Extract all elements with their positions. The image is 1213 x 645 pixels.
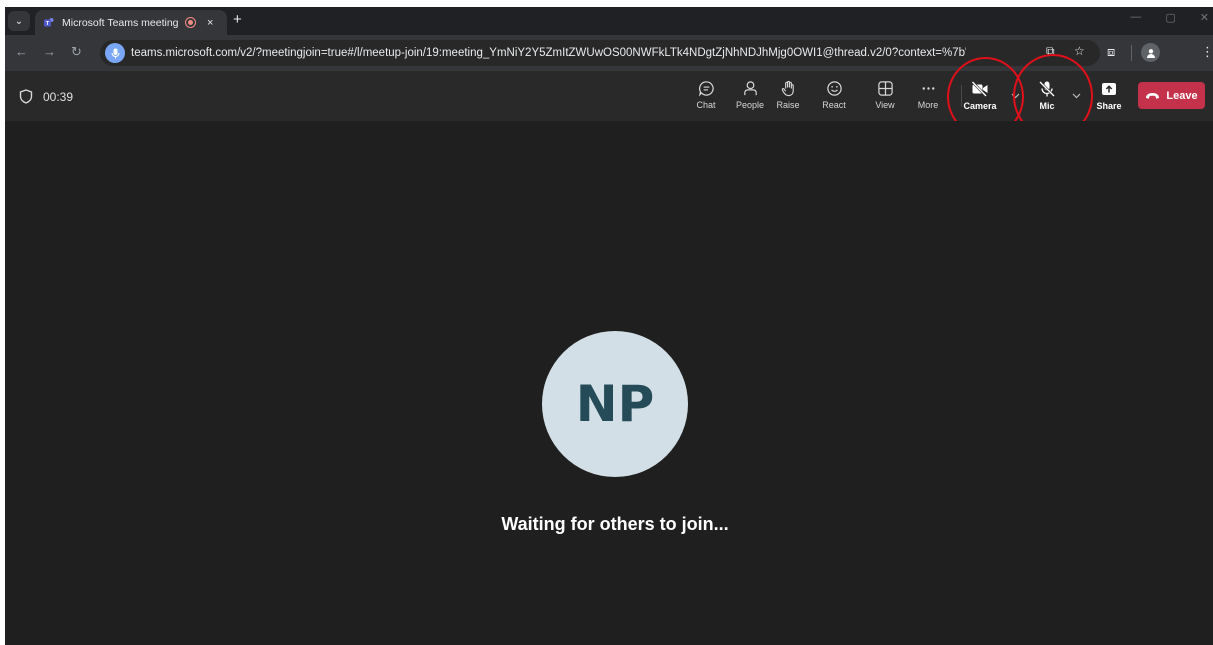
leave-label: Leave bbox=[1166, 89, 1198, 102]
people-button[interactable]: People bbox=[730, 80, 770, 110]
tab-title: Microsoft Teams meeting | Microsoft Team… bbox=[62, 16, 180, 29]
address-bar[interactable]: teams.microsoft.com/v2/?meetingjoin=true… bbox=[100, 40, 1100, 66]
more-label: More bbox=[917, 100, 939, 110]
people-icon bbox=[743, 81, 757, 96]
reload-icon[interactable]: ↻ bbox=[71, 44, 82, 60]
view-button[interactable]: View bbox=[865, 80, 905, 110]
profile-avatar-icon[interactable] bbox=[1141, 43, 1160, 62]
react-button[interactable]: React bbox=[814, 80, 854, 110]
waiting-message: Waiting for others to join... bbox=[501, 514, 729, 534]
new-tab-button[interactable]: + bbox=[233, 11, 242, 28]
view-icon bbox=[877, 81, 893, 96]
avatar: NP bbox=[542, 331, 688, 477]
url-text: teams.microsoft.com/v2/?meetingjoin=true… bbox=[131, 47, 966, 59]
meeting-stage: NP Waiting for others to join... bbox=[5, 121, 1213, 645]
more-icon bbox=[922, 87, 934, 90]
tab-strip: ⌄ T Microsoft Teams meeting | Microsoft … bbox=[5, 7, 1213, 35]
close-window-icon[interactable]: ✕ bbox=[1200, 11, 1209, 24]
leave-button[interactable]: Leave bbox=[1138, 82, 1205, 109]
chevron-down-icon: ⌄ bbox=[14, 15, 24, 27]
back-icon[interactable]: ← bbox=[15, 44, 28, 59]
browser-window: ⌄ T Microsoft Teams meeting | Microsoft … bbox=[5, 7, 1213, 645]
chat-label: Chat bbox=[696, 100, 716, 110]
site-info-icon[interactable] bbox=[105, 43, 125, 63]
minimize-icon[interactable]: — bbox=[1130, 11, 1141, 24]
teams-favicon-icon: T bbox=[44, 17, 54, 27]
raise-label: Raise bbox=[776, 100, 800, 110]
window-controls: — ▢ ✕ bbox=[1130, 11, 1209, 24]
more-button[interactable]: More bbox=[908, 80, 948, 110]
view-label: View bbox=[875, 100, 895, 110]
share-button[interactable]: Share bbox=[1089, 80, 1129, 111]
share-icon bbox=[1102, 83, 1116, 95]
chat-icon bbox=[698, 81, 714, 97]
raise-hand-icon bbox=[781, 80, 794, 97]
bookmark-star-icon[interactable]: ☆ bbox=[1074, 44, 1085, 58]
shield-icon bbox=[19, 89, 33, 104]
react-icon bbox=[826, 81, 842, 96]
extensions-icon[interactable]: ⧈ bbox=[1107, 44, 1115, 60]
tab-close-icon[interactable]: × bbox=[207, 17, 213, 29]
react-label: React bbox=[822, 100, 846, 110]
toolbar-divider bbox=[1131, 45, 1132, 61]
recording-indicator-icon bbox=[185, 17, 196, 28]
people-label: People bbox=[735, 100, 765, 110]
hang-up-icon bbox=[1146, 92, 1160, 99]
raise-hand-button[interactable]: Raise bbox=[768, 80, 808, 110]
browser-tab[interactable]: T Microsoft Teams meeting | Microsoft Te… bbox=[35, 10, 227, 35]
forward-icon[interactable]: → bbox=[43, 44, 56, 59]
meeting-timer: 00:39 bbox=[43, 90, 74, 104]
share-label: Share bbox=[1096, 101, 1122, 111]
chat-button[interactable]: Chat bbox=[686, 80, 726, 110]
browser-menu-icon[interactable]: ⋮ bbox=[1201, 44, 1213, 60]
restore-icon[interactable]: ▢ bbox=[1165, 11, 1175, 24]
tab-search-button[interactable]: ⌄ bbox=[8, 11, 30, 31]
avatar-initials: NP bbox=[575, 375, 655, 433]
